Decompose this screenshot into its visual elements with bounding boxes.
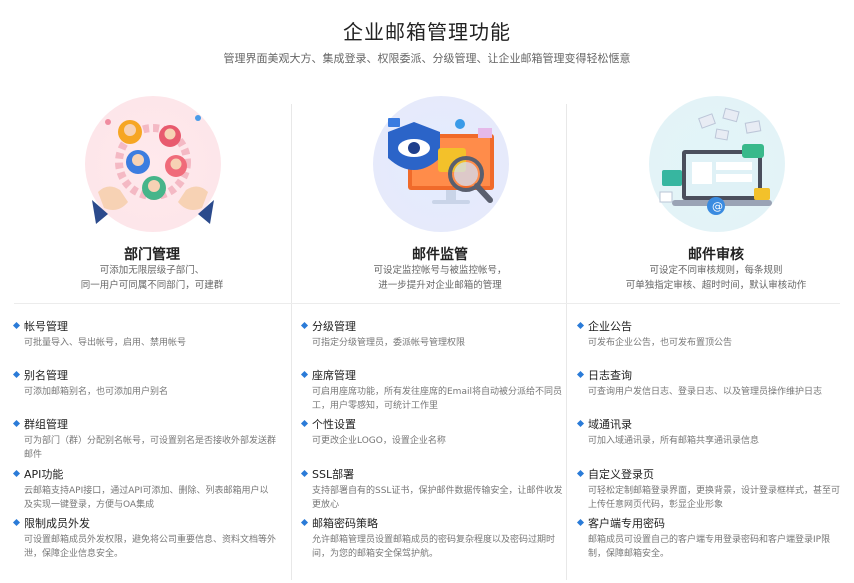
diamond-bullet-icon xyxy=(576,419,585,428)
page-subtitle: 管理界面美观大方、集成登录、权限委派、分级管理、让企业邮箱管理变得轻松惬意 xyxy=(223,52,631,65)
list-item: 分级管理 可指定分级管理员，委派帐号管理权限 xyxy=(300,319,564,350)
column-description: 可添加无限层级子部门、 同一用户可同属不同部门，可建群 xyxy=(80,265,224,291)
list-item: 帐号管理 可批量导入、导出帐号，启用、禁用帐号 xyxy=(12,319,276,350)
page-title: 企业邮箱管理功能 xyxy=(343,20,511,44)
diamond-bullet-icon xyxy=(300,518,309,527)
list-item: SSL部署 支持部署自有的SSL证书，保护邮件数据传输安全，让邮件收发更放心 xyxy=(300,467,564,512)
column-description: 可设定不同审核规则，每条规则 可单独指定审核、超时时间，默认审核动作 xyxy=(625,265,807,291)
diamond-bullet-icon xyxy=(576,321,585,330)
list-item: 群组管理 可为部门（群）分配别名帐号，可设置别名是否接收外部发送群邮件 xyxy=(12,417,276,462)
diamond-bullet-icon xyxy=(12,469,21,478)
diamond-bullet-icon xyxy=(12,321,21,330)
diamond-bullet-icon xyxy=(300,370,309,379)
column-description: 可设定监控帐号与被监控帐号， 进一步提升对企业邮箱的管理 xyxy=(373,265,507,291)
diamond-bullet-icon xyxy=(12,518,21,527)
svg-text:@: @ xyxy=(712,200,723,213)
list-item: 客户端专用密码 邮箱成员可设置自己的客户端专用登录密码和客户端登录IP限制，保障… xyxy=(576,516,840,561)
list-item: 邮箱密码策略 允许邮箱管理员设置邮箱成员的密码复杂程度以及密码过期时间，为您的邮… xyxy=(300,516,564,561)
feature-column-supervision: 邮件监管 可设定监控帐号与被监控帐号， 进一步提升对企业邮箱的管理 分级管理 可… xyxy=(300,88,578,580)
department-people-icon xyxy=(78,92,228,240)
diamond-bullet-icon xyxy=(576,469,585,478)
list-item: 自定义登录页 可轻松定制邮箱登录界面，更换背景，设计登录框样式，甚至可上传任意网… xyxy=(576,467,840,512)
list-item: 域通讯录 可加入域通讯录，所有邮箱共享通讯录信息 xyxy=(576,417,840,448)
diamond-bullet-icon xyxy=(12,419,21,428)
diamond-bullet-icon xyxy=(576,518,585,527)
list-item: 个性设置 可更改企业LOGO，设置企业名称 xyxy=(300,417,564,448)
diamond-bullet-icon xyxy=(300,419,309,428)
column-title: 邮件审核 xyxy=(688,247,744,263)
list-item: API功能 云邮箱支持API接口，通过API可添加、删除、列表邮箱用户以及实现一… xyxy=(12,467,276,512)
list-item: 企业公告 可发布企业公告，也可发布置顶公告 xyxy=(576,319,840,350)
column-title: 邮件监管 xyxy=(412,247,468,263)
diamond-bullet-icon xyxy=(300,469,309,478)
diamond-bullet-icon xyxy=(300,321,309,330)
monitor-eye-icon xyxy=(366,92,516,240)
list-item: 限制成员外发 可设置邮箱成员外发权限，避免将公司重要信息、资料文档等外泄，保障企… xyxy=(12,516,276,561)
list-item: 座席管理 可启用座席功能，所有发往座席的Email将自动被分派给不同员工，用户零… xyxy=(300,368,564,413)
diamond-bullet-icon xyxy=(12,370,21,379)
column-divider xyxy=(291,104,292,580)
feature-column-department: 部门管理 可添加无限层级子部门、 同一用户可同属不同部门，可建群 帐号管理 可批… xyxy=(12,88,290,580)
laptop-mail-icon: @ xyxy=(642,92,792,240)
diamond-bullet-icon xyxy=(576,370,585,379)
list-item: 别名管理 可添加邮箱别名，也可添加用户别名 xyxy=(12,368,276,399)
list-item: 日志查询 可查询用户发信日志、登录日志、以及管理员操作维护日志 xyxy=(576,368,840,399)
column-title: 部门管理 xyxy=(124,247,180,263)
feature-column-review: @ 邮件审核 可设定不同审核规则，每条规则 可单独指定审核、超时时间，默认审核动… xyxy=(576,88,854,580)
